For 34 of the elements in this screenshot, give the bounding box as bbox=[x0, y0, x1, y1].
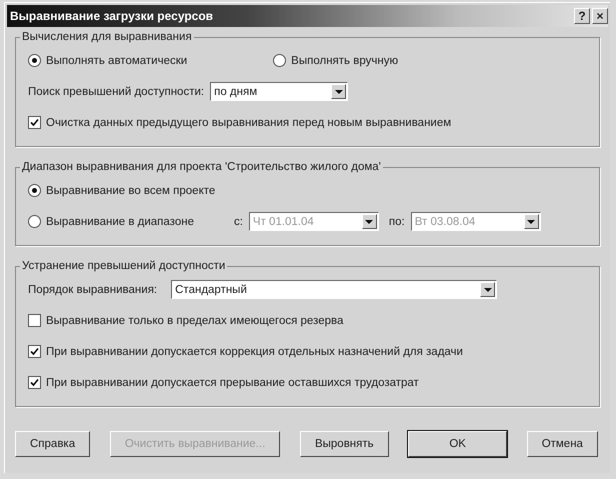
field-label: Поиск превышений доступности: bbox=[28, 86, 204, 98]
help-button[interactable]: ? bbox=[574, 8, 590, 24]
field-label: с: bbox=[234, 216, 243, 228]
radio-button[interactable] bbox=[273, 54, 286, 67]
checkbox-label: При выравнивании допускается прерывание оставшихся трудозатрат bbox=[46, 376, 419, 388]
checkbox[interactable] bbox=[28, 314, 41, 327]
radio-button[interactable] bbox=[28, 184, 41, 197]
dialog-button[interactable]: OK bbox=[408, 431, 507, 457]
field-label: по: bbox=[388, 216, 405, 228]
radio-label: Выполнять автоматически bbox=[46, 54, 188, 66]
checkbox[interactable] bbox=[28, 116, 41, 129]
check-mark-icon bbox=[30, 347, 39, 356]
group-title: Вычисления для выравнивания bbox=[21, 31, 193, 43]
checkbox[interactable] bbox=[28, 345, 41, 358]
checkbox-label: Выравнивание только в пределах имеющегося резерва bbox=[46, 314, 344, 326]
checkbox-label: Очистка данных предыдущего выравнивания перед новым выравниванием bbox=[46, 116, 452, 128]
check-mark-icon bbox=[30, 118, 39, 127]
checkbox[interactable] bbox=[28, 376, 41, 389]
window-title: Выравнивание загрузки ресурсов bbox=[10, 9, 214, 23]
check-mark-icon bbox=[30, 378, 39, 387]
radio-label: Выравнивание в диапазоне bbox=[46, 216, 194, 228]
radio-label: Выравнивание во всем проекте bbox=[46, 184, 216, 196]
dropdown-field[interactable]: Стандартный bbox=[171, 280, 498, 299]
checkbox-label: При выравнивании допускается коррекция отдельных назначений для задачи bbox=[46, 346, 463, 358]
dialog-button[interactable]: Выровнять bbox=[300, 431, 389, 457]
group-title: Устранение превышений доступности bbox=[21, 260, 226, 272]
radio-label: Выполнять вручную bbox=[291, 54, 398, 66]
group-title: Диапазон выравнивания для проекта 'Строительство жилого дома' bbox=[21, 161, 382, 173]
radio-button[interactable] bbox=[28, 54, 41, 67]
field-label: Порядок выравнивания: bbox=[28, 284, 158, 296]
close-button[interactable]: × bbox=[592, 8, 608, 24]
dropdown-field[interactable]: по дням bbox=[210, 82, 348, 101]
dialog-button[interactable]: Отмена bbox=[526, 431, 598, 457]
dialog-button[interactable]: Справка bbox=[15, 431, 90, 457]
